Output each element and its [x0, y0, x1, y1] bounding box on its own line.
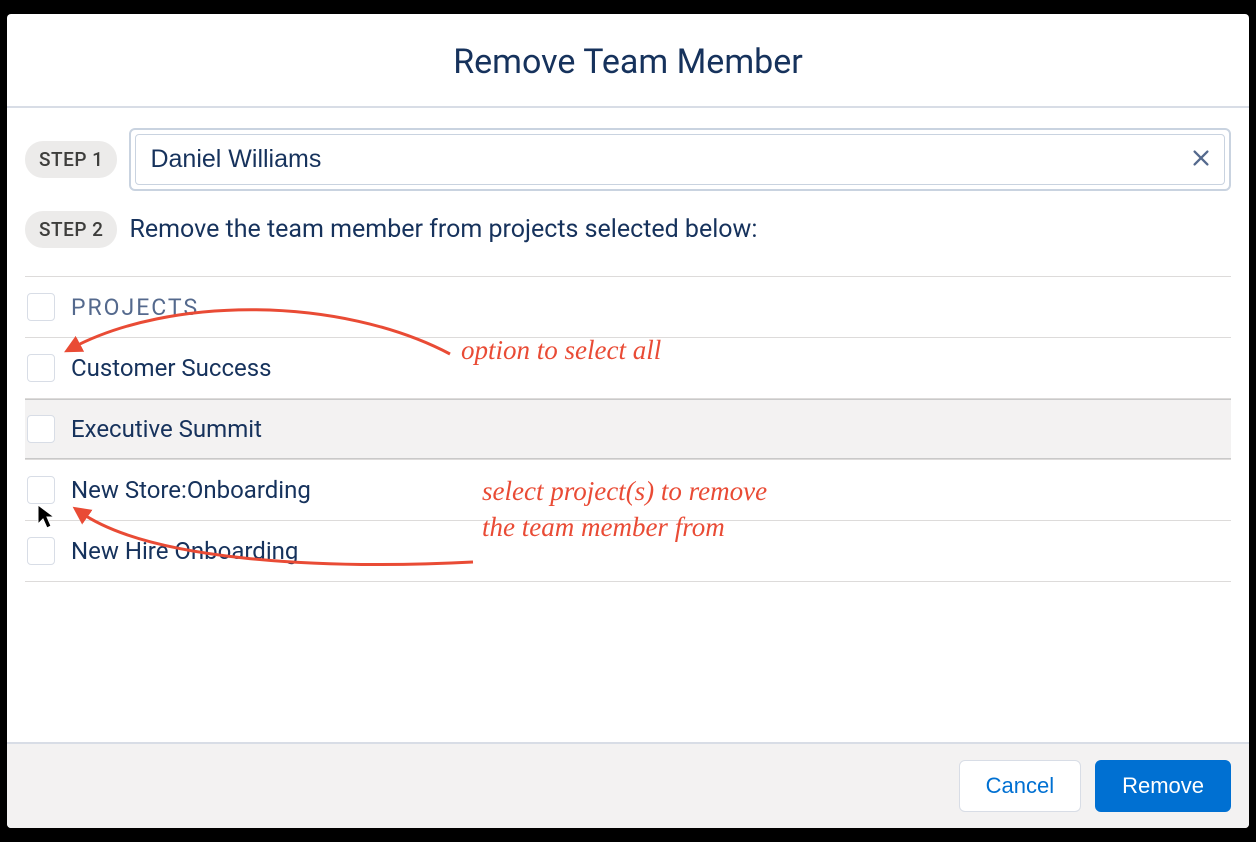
project-checkbox[interactable]	[27, 354, 55, 382]
step-1-row: STEP 1	[25, 128, 1231, 191]
close-icon	[1190, 147, 1212, 172]
project-row[interactable]: Customer Success	[25, 337, 1231, 398]
project-row[interactable]: New Hire Onboarding	[25, 520, 1231, 582]
modal-body: STEP 1 STEP 2 Remove t	[7, 108, 1249, 742]
team-member-name-input[interactable]	[146, 137, 1184, 182]
step-2-row: STEP 2 Remove the team member from proje…	[25, 211, 1231, 248]
project-label: Executive Summit	[71, 415, 262, 443]
cancel-button[interactable]: Cancel	[959, 760, 1081, 812]
project-checkbox[interactable]	[27, 537, 55, 565]
name-input-inner	[135, 134, 1225, 185]
modal-header: Remove Team Member	[7, 14, 1249, 108]
clear-name-button[interactable]	[1184, 141, 1218, 178]
remove-button[interactable]: Remove	[1095, 760, 1231, 812]
step-2-badge: STEP 2	[25, 211, 117, 248]
step-2-instruction: Remove the team member from projects sel…	[129, 215, 757, 244]
name-input-wrapper[interactable]	[129, 128, 1231, 191]
project-row[interactable]: New Store:Onboarding	[25, 459, 1231, 520]
project-label: Customer Success	[71, 354, 272, 382]
select-all-checkbox[interactable]	[27, 293, 55, 321]
project-checkbox[interactable]	[27, 415, 55, 443]
project-row[interactable]: Executive Summit	[25, 398, 1231, 459]
projects-header-label: PROJECTS	[71, 294, 199, 321]
project-label: New Store:Onboarding	[71, 476, 311, 504]
remove-team-member-modal: Remove Team Member STEP 1	[7, 14, 1249, 828]
step-1-badge: STEP 1	[25, 141, 117, 178]
project-list-header-row: PROJECTS	[25, 276, 1231, 337]
project-list: PROJECTS Customer Success Executive Summ…	[25, 276, 1231, 582]
project-label: New Hire Onboarding	[71, 537, 298, 565]
modal-title: Remove Team Member	[7, 42, 1249, 82]
project-checkbox[interactable]	[27, 476, 55, 504]
modal-footer: Cancel Remove	[7, 742, 1249, 828]
